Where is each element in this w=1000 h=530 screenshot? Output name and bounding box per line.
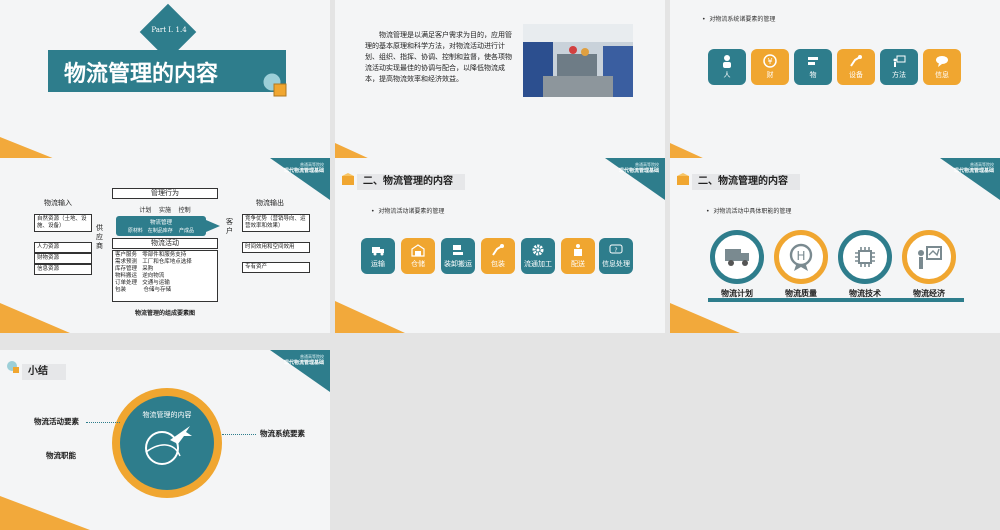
money-icon: ¥	[763, 54, 777, 68]
tile-goods[interactable]: 物	[794, 49, 832, 85]
tile-handling[interactable]: 装卸搬运	[441, 238, 475, 274]
output-item: 专有资产	[242, 262, 310, 273]
circle-quality[interactable]: H	[774, 230, 828, 284]
person-icon	[723, 55, 731, 68]
circle-label: 物流技术	[849, 289, 881, 298]
slide-title: 物流管理的内容	[64, 62, 219, 87]
box-icon	[342, 173, 354, 185]
slide-3[interactable]: • 对物流系统诸要素的管理 人 ¥ 财 物 设备 方法 信息	[670, 0, 1000, 175]
presentation-icon	[893, 55, 906, 67]
input-item: 信息资源	[34, 264, 92, 275]
summary-left-2: 物流职能	[46, 451, 76, 460]
slide-6[interactable]: 普通高等院校 现代物流管理基础 二、物流管理的内容 • 对物流活动中具体职能的管理…	[670, 158, 1000, 333]
corner-decoration	[670, 303, 740, 333]
warehouse-icon	[411, 244, 425, 257]
slide-grid: Part I. 1.4 物流管理的内容 物流管理是以满足客户需求为目的，应用管理…	[0, 0, 1000, 530]
bullet-text: • 对物流活动中具体职能的管理	[706, 208, 792, 215]
output-item: 竞争优势（营销导向、运营效率和效果）	[242, 214, 310, 232]
summary-right-1: 物流系统要素	[260, 429, 305, 438]
bullet-text: • 对物流系统诸要素的管理	[702, 16, 776, 23]
airplane-globe-icon	[145, 426, 192, 465]
robot-arm-icon	[492, 244, 504, 256]
chat-icon	[936, 56, 948, 67]
center-flow: 原材料 在制品库存 产成品	[127, 228, 195, 234]
svg-text:¥: ¥	[767, 57, 772, 66]
circle-label: 物流计划	[721, 289, 753, 298]
tile-money[interactable]: ¥ 财	[751, 49, 789, 85]
input-title: 物流输入	[44, 199, 72, 207]
input-item: 人力资源	[34, 242, 92, 253]
circle-tech[interactable]	[838, 230, 892, 284]
center-title: 物流管理	[149, 220, 172, 226]
mgmt-title: 管理行为	[112, 188, 218, 199]
circle-label: 物流经济	[913, 289, 945, 298]
globe-box-icon	[7, 361, 19, 373]
handling-icon	[453, 245, 463, 255]
slide-7[interactable]: 普通高等院校 现代物流管理基础 小结 物流管理的内容 物流活动要素 物流职能 物流…	[0, 350, 330, 530]
slide-2[interactable]: 物流管理是以满足客户需求为目的，应用管理的基本原理和科学方法，对物流活动进行计划…	[335, 0, 665, 175]
tile-info[interactable]: 信息	[923, 49, 961, 85]
tile-delivery[interactable]: 配送	[561, 238, 595, 274]
slide-4[interactable]: 普通高等院校 现代物流管理基础 物流输入 自然资源（土地、设施、设备） 人力资源 …	[0, 158, 330, 333]
corner-decoration	[0, 303, 70, 333]
chip-icon	[855, 247, 875, 267]
activity-title: 物流活动	[112, 238, 218, 249]
flow-arrow-icon	[206, 220, 220, 232]
tile-transport[interactable]: 运输	[361, 238, 395, 274]
output-title: 物流输出	[256, 199, 284, 207]
svg-text:?: ?	[614, 247, 617, 254]
tile-method[interactable]: 方法	[880, 49, 918, 85]
course-label: 普通高等院校 现代物流管理基础	[953, 162, 994, 174]
presenter-icon	[918, 246, 942, 269]
input-item: 财物资源	[34, 253, 92, 264]
goods-icon	[808, 57, 818, 65]
summary-left-1: 物流活动要素	[34, 417, 79, 426]
section-title: 小结	[22, 364, 66, 380]
circle-economy[interactable]	[902, 230, 956, 284]
center-label: 物流管理的内容	[142, 411, 192, 419]
circle-label: 物流质量	[785, 289, 817, 298]
course-label: 普通高等院校 现代物流管理基础	[283, 162, 324, 174]
input-item: 自然资源（土地、设施、设备）	[34, 214, 92, 232]
tile-storage[interactable]: 仓储	[401, 238, 435, 274]
truck-icon	[725, 249, 749, 266]
warehouse-photo	[523, 24, 633, 97]
tile-processing[interactable]: 流通加工	[521, 238, 555, 274]
corner-decoration	[0, 496, 90, 530]
course-label: 普通高等院校 现代物流管理基础	[618, 162, 659, 174]
mgmt-items: 计划 实施 控制	[139, 207, 191, 214]
slide-1[interactable]: Part I. 1.4 物流管理的内容	[0, 0, 330, 175]
diagram-caption: 物流管理的组成要素图	[134, 310, 195, 317]
tile-info-processing[interactable]: ? 信息处理	[599, 238, 633, 274]
info-icon: ?	[609, 244, 623, 254]
part-label: Part I. 1.4	[151, 26, 187, 34]
box-icon	[677, 173, 689, 185]
corner-decoration	[335, 301, 405, 333]
truck-icon	[372, 247, 384, 256]
section-title: 二、物流管理的内容	[357, 174, 465, 190]
connector-line	[222, 434, 256, 435]
svg-text:H: H	[796, 249, 805, 263]
connector-line	[86, 422, 120, 423]
supplier-label: 供应商	[96, 224, 103, 250]
bullet-text: • 对物流活动诸要素的管理	[371, 208, 445, 215]
tile-person[interactable]: 人	[708, 49, 746, 85]
tile-equipment[interactable]: 设备	[837, 49, 875, 85]
delivery-icon	[574, 244, 582, 256]
output-item: 时间效用和空间效用	[242, 242, 310, 253]
gear-icon	[532, 244, 544, 256]
quality-badge-icon: H	[789, 243, 813, 271]
circle-plan[interactable]	[710, 230, 764, 284]
robot-arm-icon	[850, 55, 862, 67]
course-label: 普通高等院校 现代物流管理基础	[283, 354, 324, 366]
customer-label: 客户	[226, 218, 233, 235]
definition-paragraph: 物流管理是以满足客户需求为目的，应用管理的基本原理和科学方法，对物流活动进行计划…	[365, 31, 512, 83]
activity-list: 客户服务 零部件和服务支持 需求预测 工厂和仓库地点选择 库存管理 采购 物料搬…	[112, 250, 218, 302]
slide-5[interactable]: 普通高等院校 现代物流管理基础 二、物流管理的内容 • 对物流活动诸要素的管理 运…	[335, 158, 665, 333]
tile-packaging[interactable]: 包装	[481, 238, 515, 274]
section-title: 二、物流管理的内容	[692, 174, 800, 190]
globe-box-icon	[262, 72, 287, 97]
